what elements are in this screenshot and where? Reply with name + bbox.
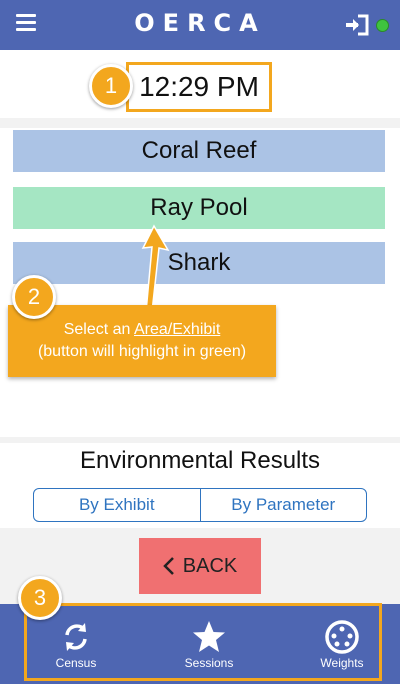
chevron-left-icon: [162, 557, 174, 575]
section-divider: [0, 118, 400, 128]
environmental-toggle: By Exhibit By Parameter: [33, 488, 367, 522]
tooltip-line-2: (button will highlight in green): [37, 343, 247, 360]
area-label: Coral Reef: [141, 137, 257, 164]
instruction-tooltip: Select an Area/Exhibit (button will high…: [8, 305, 276, 377]
section-divider: [0, 437, 400, 443]
step-badge-3: 3: [18, 576, 62, 620]
logout-icon[interactable]: [344, 13, 370, 37]
by-exhibit-button[interactable]: By Exhibit: [34, 489, 200, 521]
step-badge-2: 2: [12, 275, 56, 319]
back-label: BACK: [182, 554, 238, 577]
connection-status-dot: [376, 19, 389, 32]
area-button-coral-reef[interactable]: Coral Reef: [13, 130, 385, 172]
app-logo: OERCA: [134, 9, 266, 37]
time-display-frame: 12:29 PM: [126, 62, 272, 112]
tooltip-link: Area/Exhibit: [134, 321, 221, 338]
area-button-ray-pool[interactable]: Ray Pool: [13, 187, 385, 229]
area-button-shark[interactable]: Shark: [13, 242, 385, 284]
environmental-results-title: Environmental Results: [79, 447, 321, 474]
back-button[interactable]: BACK: [139, 538, 261, 594]
step-badge-1: 1: [89, 64, 133, 108]
by-parameter-button[interactable]: By Parameter: [199, 489, 367, 521]
tooltip-line-1: Select an Area/Exhibit: [63, 321, 221, 338]
area-label: Ray Pool: [150, 194, 248, 221]
app-header: OERCA: [0, 0, 400, 50]
bottom-nav-highlight-frame: [24, 603, 382, 681]
current-time: 12:29 PM: [139, 71, 259, 102]
